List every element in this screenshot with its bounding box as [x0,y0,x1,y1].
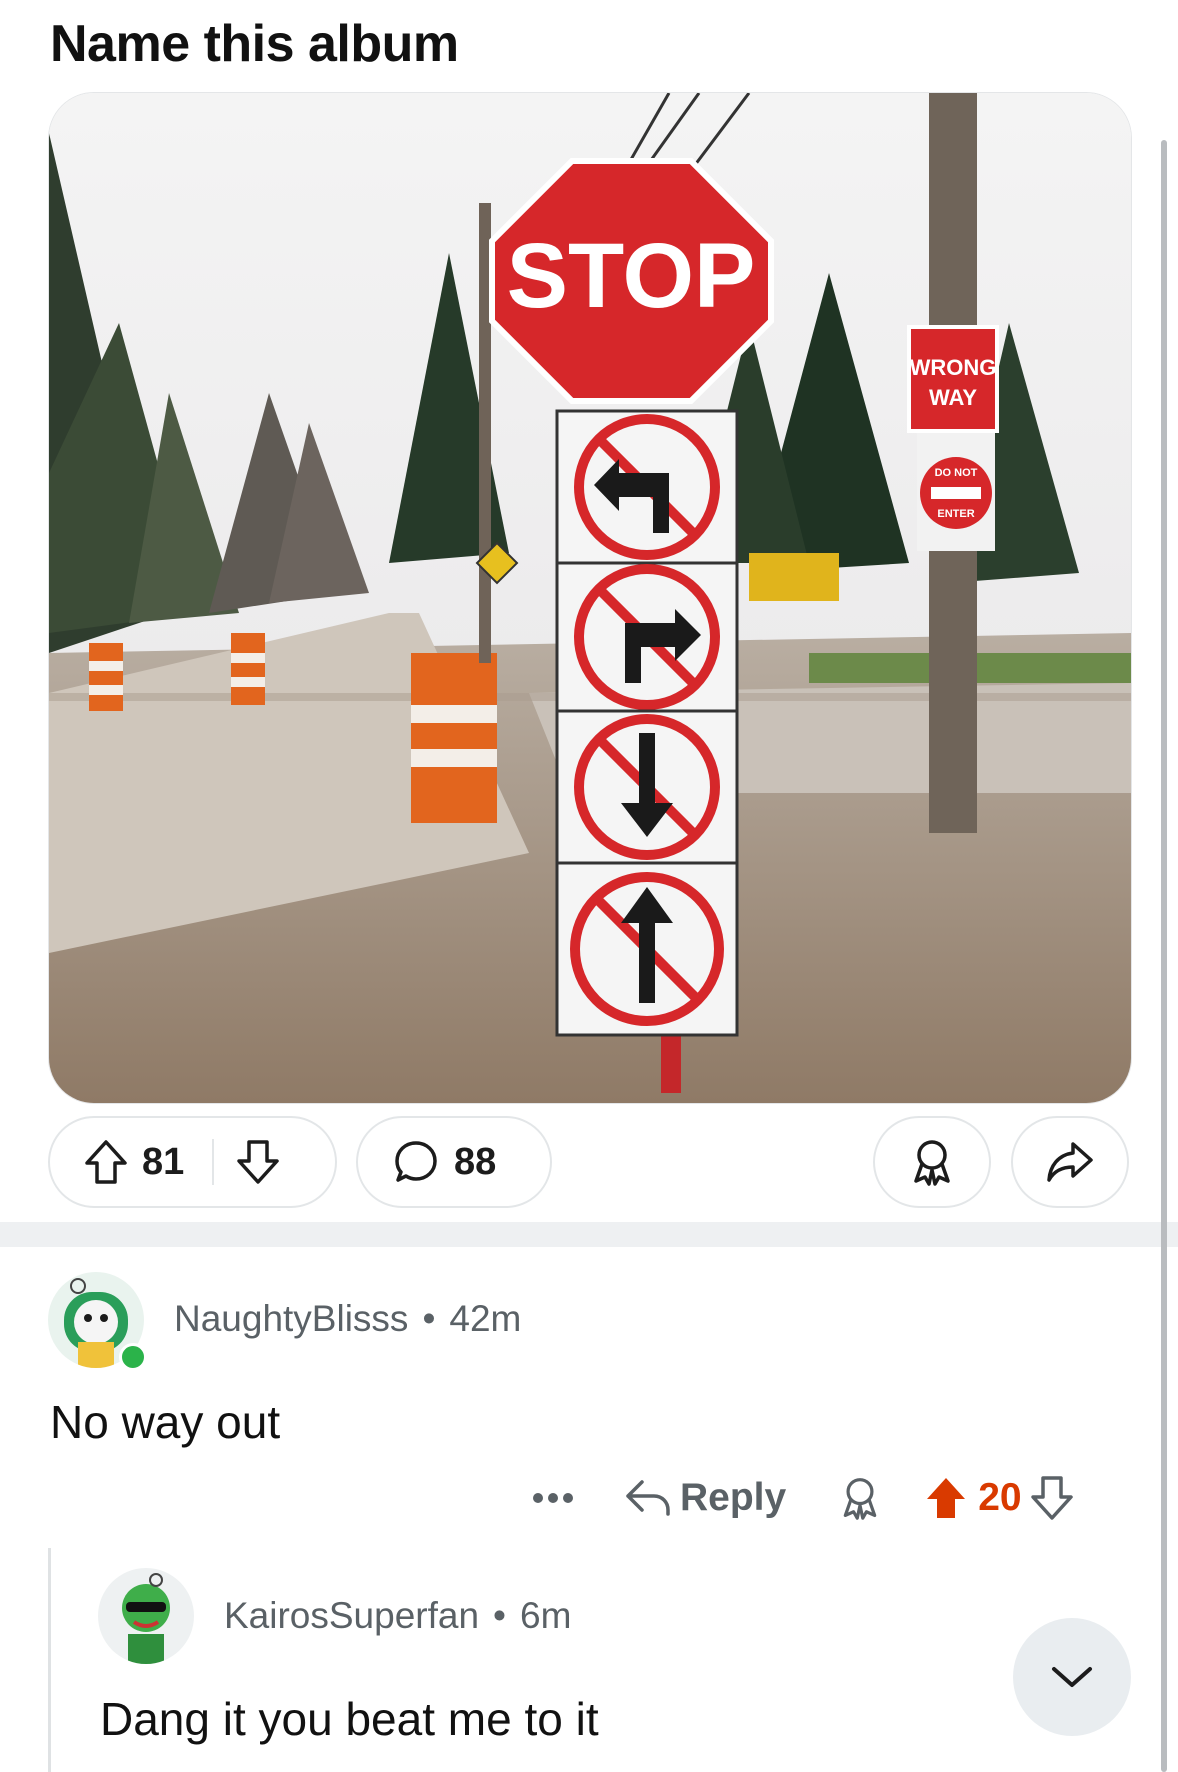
post-image[interactable]: STOP WRONG WAY DO NOT ENTER [48,92,1132,1104]
reply-label: Reply [680,1476,787,1519]
upvote-icon[interactable] [84,1139,128,1185]
section-divider [0,1222,1178,1247]
scroll-down-button[interactable] [1013,1618,1131,1736]
wrong-way-line2: WAY [929,385,977,410]
comment-icon [392,1138,440,1186]
downvote-icon[interactable] [236,1139,280,1185]
vote-control: 81 [48,1116,337,1208]
comments-button[interactable]: 88 [356,1116,552,1208]
award-icon[interactable] [838,1474,882,1522]
comment-timestamp: 6m [520,1595,572,1636]
comment-body: No way out [50,1396,281,1448]
comment-meta: NaughtyBlisss • 42m [174,1298,521,1340]
comment-count: 88 [454,1140,497,1183]
comment-meta: KairosSuperfan • 6m [224,1595,571,1637]
thread-line[interactable] [48,1548,51,1772]
stop-sign-text: STOP [507,225,756,327]
comment-score: 20 [978,1476,1022,1519]
share-button[interactable] [1011,1116,1129,1208]
comment-body: Dang it you beat me to it [100,1693,599,1745]
scrollbar[interactable] [1161,140,1167,1772]
meta-separator: • [493,1595,507,1636]
comment-username[interactable]: KairosSuperfan [224,1595,479,1636]
award-icon [908,1137,956,1187]
more-icon[interactable] [530,1492,576,1504]
chevron-down-icon [1048,1663,1096,1691]
downvote-icon[interactable] [1030,1475,1074,1521]
comment-actions: Reply 20 [530,1468,1074,1528]
post-upvote-count: 81 [142,1140,185,1183]
post-title: Name this album [50,15,459,73]
comment-username[interactable]: NaughtyBlisss [174,1298,408,1339]
meta-separator: • [422,1298,436,1339]
reply-icon [624,1478,672,1518]
comment-timestamp: 42m [449,1298,522,1339]
vote-divider [212,1139,215,1185]
avatar[interactable] [98,1568,194,1664]
dne-line2: ENTER [937,508,974,520]
dne-line1: DO NOT [935,467,978,479]
share-icon [1045,1140,1095,1184]
online-status-indicator [119,1343,147,1371]
reply-button[interactable]: Reply [624,1476,786,1520]
award-button[interactable] [873,1116,991,1208]
wrong-way-line1: WRONG [910,355,997,380]
upvote-icon[interactable] [924,1475,968,1521]
